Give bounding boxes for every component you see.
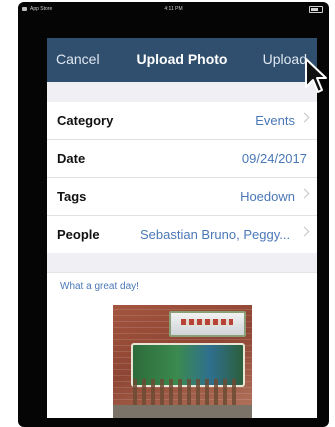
people-value: Sebastian Bruno, Peggy... (140, 227, 291, 242)
photo-thumbnail[interactable] (113, 305, 252, 418)
status-time: 4:11 PM (164, 6, 183, 12)
photo-preview-area (47, 300, 317, 418)
cancel-button[interactable]: Cancel (56, 51, 100, 67)
photo-people-legs (133, 379, 241, 405)
cursor-arrow-icon (305, 58, 327, 93)
chevron-right-icon (299, 112, 310, 123)
caption-field[interactable]: What a great day! (47, 272, 317, 301)
photo-details-form: Category Events Date 09/24/2017 Tags Hoe… (47, 102, 317, 253)
tags-label: Tags (57, 189, 87, 204)
navigation-bar: Cancel Upload Photo Upload (47, 38, 317, 82)
category-row[interactable]: Category Events (47, 102, 317, 140)
people-label: People (57, 227, 100, 242)
status-right (309, 6, 323, 13)
upload-button[interactable]: Upload (263, 51, 307, 67)
date-value: 09/24/2017 (241, 151, 307, 166)
date-row[interactable]: Date 09/24/2017 (47, 140, 317, 178)
tags-row[interactable]: Tags Hoedown (47, 178, 317, 216)
caption-text: What a great day! (60, 281, 139, 292)
people-row[interactable]: People Sebastian Bruno, Peggy... (47, 216, 317, 253)
chevron-right-icon (299, 226, 310, 237)
upload-photo-modal: Cancel Upload Photo Upload Category Even… (47, 38, 317, 418)
category-label: Category (57, 113, 114, 128)
photo-sign (169, 311, 246, 337)
date-label: Date (57, 151, 86, 166)
battery-icon (309, 6, 323, 13)
category-value: Events (255, 113, 295, 128)
chevron-right-icon (299, 188, 310, 199)
photo-ground (113, 405, 252, 418)
device-frame: App Store 4:11 PM Cancel Upload Photo Up… (18, 2, 329, 427)
tags-value: Hoedown (240, 189, 295, 204)
status-bar: App Store 4:11 PM (18, 2, 329, 24)
